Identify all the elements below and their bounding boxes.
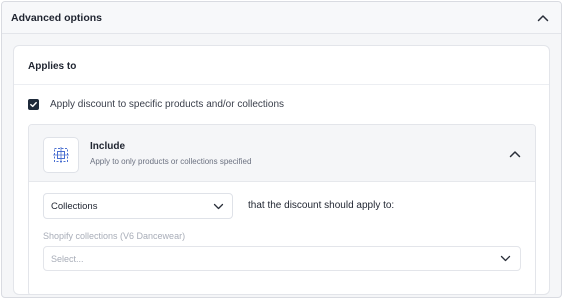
include-header[interactable]: Include Apply to only products or collec… xyxy=(29,125,535,182)
chevron-up-icon[interactable] xyxy=(535,10,551,26)
include-title: Include xyxy=(90,141,126,152)
apply-to-text: that the discount should apply to: xyxy=(248,200,395,211)
advanced-options-panel: Advanced options Applies to Apply discou… xyxy=(1,1,562,298)
specific-products-checkbox-label: Apply discount to specific products and/… xyxy=(50,99,285,110)
collection-select-icon xyxy=(43,137,79,173)
applies-to-title: Applies to xyxy=(28,61,77,72)
collections-select-placeholder: Select... xyxy=(51,253,84,264)
advanced-options-header[interactable]: Advanced options xyxy=(2,2,561,34)
collection-type-select-value: Collections xyxy=(51,200,98,212)
advanced-options-title: Advanced options xyxy=(11,11,103,24)
chevron-down-icon xyxy=(497,251,513,267)
specific-products-checkbox-row[interactable]: Apply discount to specific products and/… xyxy=(28,99,284,110)
collections-select[interactable]: Select... xyxy=(43,246,521,271)
include-section: Include Apply to only products or collec… xyxy=(28,124,536,294)
specific-products-checkbox[interactable] xyxy=(28,99,39,110)
checkmark-icon xyxy=(30,101,37,108)
chevron-up-icon[interactable] xyxy=(507,146,523,162)
collections-field-label: Shopify collections (V6 Dancewear) xyxy=(43,231,186,241)
card-divider xyxy=(14,84,549,85)
collection-type-select[interactable]: Collections xyxy=(43,193,233,219)
include-subtitle: Apply to only products or collections sp… xyxy=(90,157,252,166)
applies-to-card: Applies to Apply discount to specific pr… xyxy=(13,45,550,295)
chevron-down-icon xyxy=(210,198,226,214)
